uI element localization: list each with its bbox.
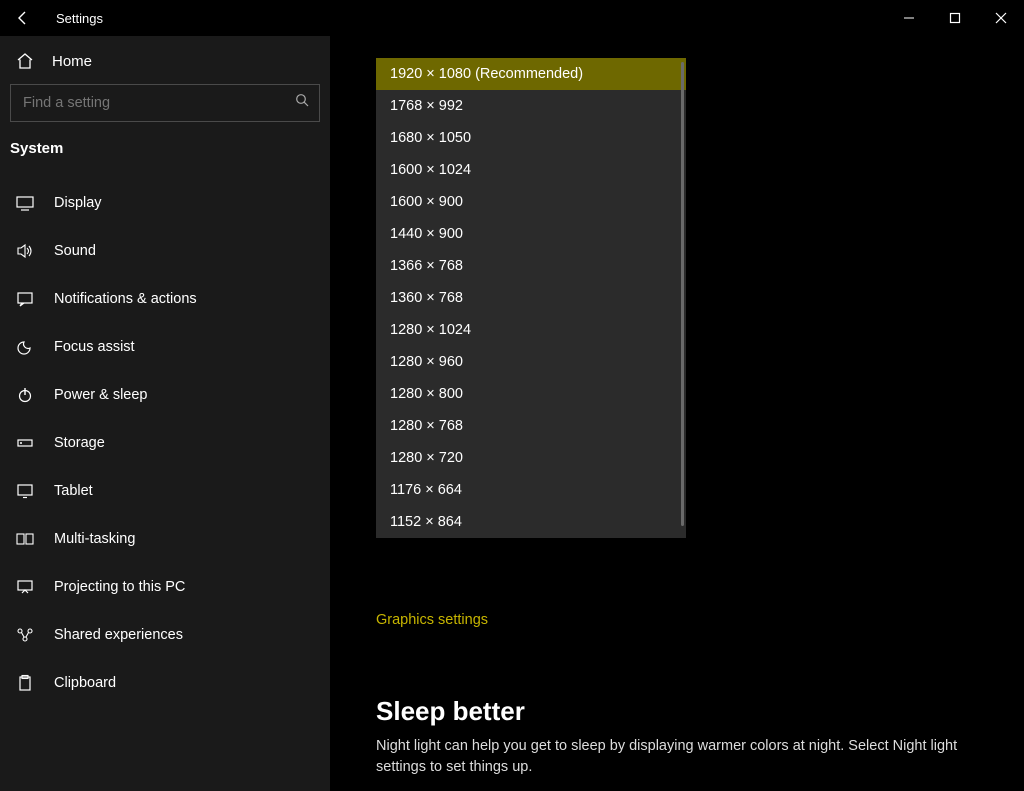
home-label: Home xyxy=(52,53,92,70)
sidebar-item-label: Notifications & actions xyxy=(54,291,197,307)
resolution-option[interactable]: 1768 × 992 xyxy=(376,90,686,122)
title-bar: Settings xyxy=(0,0,1024,36)
sidebar-item-focus-assist[interactable]: Focus assist xyxy=(0,323,330,371)
sidebar-item-clipboard[interactable]: Clipboard xyxy=(0,659,330,707)
resolution-option[interactable]: 1440 × 900 xyxy=(376,218,686,250)
resolution-option[interactable]: 1600 × 900 xyxy=(376,186,686,218)
back-icon[interactable] xyxy=(14,9,32,27)
sidebar-item-label: Focus assist xyxy=(54,339,135,355)
resolution-option[interactable]: 1366 × 768 xyxy=(376,250,686,282)
projecting-icon xyxy=(16,578,34,596)
resolution-option[interactable]: 1600 × 1024 xyxy=(376,154,686,186)
power-icon xyxy=(16,386,34,404)
multitasking-icon xyxy=(16,530,34,548)
resolution-option[interactable]: 1680 × 1050 xyxy=(376,122,686,154)
sleep-better-body: Night light can help you get to sleep by… xyxy=(376,736,996,778)
sidebar-item-display[interactable]: Display xyxy=(0,179,330,227)
sidebar: Home System Display Sound Notifications … xyxy=(0,36,330,791)
home-icon xyxy=(16,52,34,70)
sidebar-item-sound[interactable]: Sound xyxy=(0,227,330,275)
sidebar-item-storage[interactable]: Storage xyxy=(0,419,330,467)
resolution-dropdown[interactable]: 1920 × 1080 (Recommended) 1768 × 992 168… xyxy=(376,58,686,538)
sidebar-item-projecting[interactable]: Projecting to this PC xyxy=(0,563,330,611)
sidebar-item-label: Display xyxy=(54,195,102,211)
sidebar-item-label: Multi-tasking xyxy=(54,531,135,547)
sidebar-home[interactable]: Home xyxy=(0,42,330,84)
search-icon xyxy=(295,93,310,113)
sidebar-item-power-sleep[interactable]: Power & sleep xyxy=(0,371,330,419)
window-title: Settings xyxy=(56,11,103,26)
resolution-option[interactable]: 1152 × 864 xyxy=(376,506,686,538)
resolution-option[interactable]: 1280 × 800 xyxy=(376,378,686,410)
sidebar-item-label: Clipboard xyxy=(54,675,116,691)
maximize-button[interactable] xyxy=(932,2,978,34)
sidebar-item-label: Shared experiences xyxy=(54,627,183,643)
sidebar-item-label: Sound xyxy=(54,243,96,259)
sidebar-item-notifications[interactable]: Notifications & actions xyxy=(0,275,330,323)
shared-icon xyxy=(16,626,34,644)
clipboard-icon xyxy=(16,674,34,692)
resolution-option[interactable]: 1360 × 768 xyxy=(376,282,686,314)
sidebar-item-tablet[interactable]: Tablet xyxy=(0,467,330,515)
sidebar-item-shared-experiences[interactable]: Shared experiences xyxy=(0,611,330,659)
resolution-option[interactable]: 1280 × 1024 xyxy=(376,314,686,346)
resolution-option[interactable]: 1920 × 1080 (Recommended) xyxy=(376,58,686,90)
resolution-option[interactable]: 1280 × 768 xyxy=(376,410,686,442)
resolution-option[interactable]: 1280 × 960 xyxy=(376,346,686,378)
sidebar-item-multitasking[interactable]: Multi-tasking xyxy=(0,515,330,563)
sidebar-category: System xyxy=(0,140,330,179)
dropdown-scrollbar[interactable] xyxy=(681,62,684,526)
sidebar-item-label: Tablet xyxy=(54,483,93,499)
sleep-better-heading: Sleep better xyxy=(376,696,525,727)
sidebar-item-label: Power & sleep xyxy=(54,387,148,403)
resolution-option[interactable]: 1280 × 720 xyxy=(376,442,686,474)
sidebar-item-label: Storage xyxy=(54,435,105,451)
storage-icon xyxy=(16,434,34,452)
minimize-button[interactable] xyxy=(886,2,932,34)
close-button[interactable] xyxy=(978,2,1024,34)
window-controls xyxy=(886,0,1024,36)
display-icon xyxy=(16,194,34,212)
sound-icon xyxy=(16,242,34,260)
tablet-icon xyxy=(16,482,34,500)
search-input[interactable] xyxy=(10,84,320,122)
graphics-settings-link[interactable]: Graphics settings xyxy=(376,612,488,628)
resolution-option[interactable]: 1176 × 664 xyxy=(376,474,686,506)
sidebar-item-label: Projecting to this PC xyxy=(54,579,185,595)
notifications-icon xyxy=(16,290,34,308)
focus-assist-icon xyxy=(16,338,34,356)
